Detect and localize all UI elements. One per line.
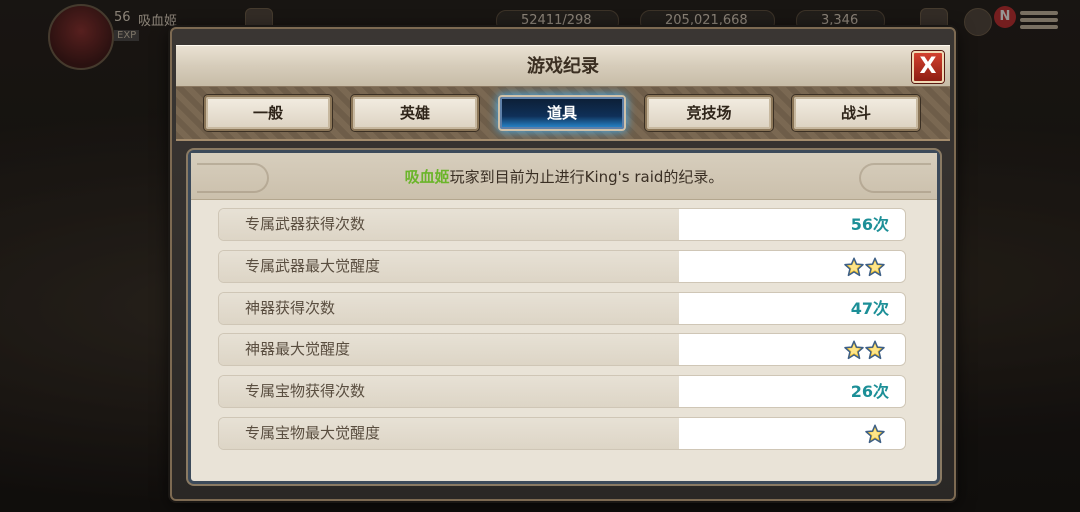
tab-general[interactable]: 一般 [204,95,332,131]
player-avatar[interactable] [48,4,114,70]
record-value [679,250,905,282]
awakening-stars [843,339,885,361]
record-label: 专属宝物获得次数 [219,376,679,408]
record-label: 专属武器获得次数 [219,209,679,240]
record-label: 专属宝物最大觉醒度 [219,418,679,449]
star-icon [865,257,885,277]
record-row: 专属宝物获得次数 26次 [218,375,906,409]
star-icon [844,340,864,360]
menu-icon[interactable] [1020,8,1058,32]
banner-text: 吸血姬玩家到目前为止进行King's raid的纪录。 [191,166,937,187]
notification-badge: N [994,6,1016,28]
star-icon [865,340,885,360]
player-name: 吸血姬 [138,14,178,29]
player-level: 56 [114,10,131,25]
record-row: 专属武器最大觉醒度 [218,249,906,283]
record-banner: 吸血姬玩家到目前为止进行King's raid的纪录。 [191,153,937,200]
tab-items[interactable]: 道具 [498,95,626,131]
record-value [679,334,905,366]
banner-message: 玩家到目前为止进行King's raid的纪录。 [449,168,724,186]
record-value: 26次 [679,376,905,408]
star-icon [844,257,864,277]
tab-arena[interactable]: 竞技场 [645,95,773,131]
exp-label: EXP [114,30,140,41]
record-label: 神器获得次数 [219,292,679,324]
record-row: 专属武器获得次数 56次 [218,208,906,241]
record-row: 神器最大觉醒度 [218,333,906,367]
awakening-stars [864,423,885,445]
star-icon [865,424,885,444]
close-button[interactable]: X [912,51,944,83]
dialog-title: 游戏纪录 [527,56,599,77]
record-label: 神器最大觉醒度 [219,334,679,366]
records-panel: 吸血姬玩家到目前为止进行King's raid的纪录。 专属武器获得次数 56次专… [188,150,940,484]
awakening-stars [843,256,885,278]
banner-player-name: 吸血姬 [404,168,450,186]
record-row: 专属宝物最大觉醒度 [218,417,906,450]
record-value: 56次 [679,209,905,240]
record-row: 神器获得次数 47次 [218,291,906,325]
tab-heroes[interactable]: 英雄 [351,95,479,131]
record-value [679,418,905,449]
chat-icon[interactable] [964,8,992,36]
record-value: 47次 [679,292,905,324]
tab-battle[interactable]: 战斗 [792,95,920,131]
record-label: 专属武器最大觉醒度 [219,250,679,282]
